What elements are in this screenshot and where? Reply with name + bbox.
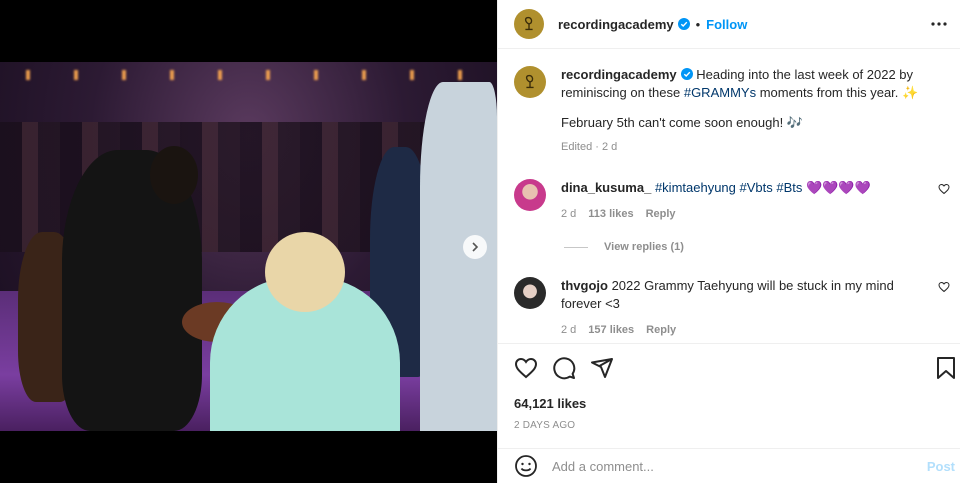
view-replies-divider bbox=[564, 246, 588, 248]
caption-hashtag[interactable]: #GRAMMYs bbox=[684, 85, 756, 100]
post-photo[interactable] bbox=[0, 62, 497, 431]
comment-meta: 2 d 157 likes Reply bbox=[561, 321, 916, 339]
comment-meta: 2 d 113 likes Reply bbox=[561, 205, 916, 223]
post-actions-bar bbox=[498, 343, 960, 391]
gramophone-logo-icon bbox=[525, 74, 534, 89]
comment-likes[interactable]: 157 likes bbox=[588, 321, 634, 339]
caption-text-end: moments from this year. ✨ bbox=[756, 85, 919, 100]
post-media-panel bbox=[0, 0, 497, 483]
comment-avatar[interactable] bbox=[514, 277, 546, 309]
post-comment-button[interactable]: Post bbox=[927, 459, 955, 474]
account-avatar[interactable] bbox=[514, 9, 544, 39]
view-replies-button[interactable]: View replies (1) bbox=[564, 241, 684, 253]
comment-line: thvgojo 2022 Grammy Taehyung will be stu… bbox=[561, 277, 916, 313]
caption-avatar[interactable] bbox=[514, 66, 546, 98]
gramophone-logo-icon bbox=[524, 16, 533, 31]
comment-username[interactable]: dina_kusuma_ bbox=[561, 180, 651, 195]
comment-time: 2 d bbox=[561, 208, 577, 220]
next-image-button[interactable] bbox=[463, 235, 487, 259]
caption-body: recordingacademy Heading into the last w… bbox=[561, 66, 931, 156]
header-username[interactable]: recordingacademy bbox=[558, 17, 674, 32]
add-comment-bar: Post bbox=[498, 448, 960, 483]
caption-edited: Edited · 2 d bbox=[561, 141, 618, 153]
comment-body: thvgojo 2022 Grammy Taehyung will be stu… bbox=[561, 277, 916, 339]
posted-time: 2 DAYS AGO bbox=[514, 420, 576, 431]
photo-figure bbox=[265, 232, 345, 312]
bookmark-icon[interactable] bbox=[934, 356, 958, 380]
comment-text: 2022 Grammy Taehyung will be stuck in my… bbox=[561, 278, 894, 311]
comment-item: thvgojo 2022 Grammy Taehyung will be stu… bbox=[514, 277, 954, 339]
comment-avatar[interactable] bbox=[514, 179, 546, 211]
verified-badge-icon bbox=[680, 68, 693, 80]
likes-count[interactable]: 64,121 likes bbox=[514, 396, 586, 411]
emoji-icon[interactable] bbox=[514, 454, 538, 478]
comment-icon[interactable] bbox=[552, 356, 576, 380]
share-icon[interactable] bbox=[590, 356, 614, 380]
chevron-right-icon bbox=[472, 242, 479, 252]
caption-username[interactable]: recordingacademy bbox=[561, 67, 677, 82]
comment-hashtags[interactable]: #kimtaehyung #Vbts #Bts bbox=[655, 180, 802, 195]
comment-reply-button[interactable]: Reply bbox=[646, 321, 676, 339]
post-header: recordingacademy • Follow bbox=[498, 0, 960, 49]
comment-time: 2 d bbox=[561, 324, 577, 336]
verified-badge-icon bbox=[677, 18, 690, 30]
comment-username[interactable]: thvgojo bbox=[561, 278, 608, 293]
photo-stage-lights bbox=[0, 70, 497, 80]
view-replies-label: View replies (1) bbox=[604, 241, 684, 253]
caption-line-2: February 5th can't come soon enough! 🎶 bbox=[561, 115, 803, 130]
photo-figure bbox=[420, 82, 497, 431]
post-details-panel: recordingacademy • Follow recordingacade… bbox=[497, 0, 960, 483]
comment-emoji: 💜💜💜💜 bbox=[806, 180, 871, 195]
photo-figure bbox=[150, 146, 198, 204]
heart-icon[interactable] bbox=[938, 183, 950, 195]
post-caption: recordingacademy Heading into the last w… bbox=[514, 66, 944, 156]
comment-body: dina_kusuma_ #kimtaehyung #Vbts #Bts 💜💜💜… bbox=[561, 179, 916, 223]
more-options-button[interactable] bbox=[929, 14, 949, 34]
heart-icon[interactable] bbox=[938, 281, 950, 293]
comment-input[interactable] bbox=[552, 458, 912, 474]
more-options-icon bbox=[931, 22, 947, 26]
follow-button[interactable]: Follow bbox=[706, 17, 747, 32]
comment-reply-button[interactable]: Reply bbox=[646, 205, 676, 223]
header-separator: • bbox=[695, 16, 701, 32]
caption-line-1: recordingacademy Heading into the last w… bbox=[561, 66, 931, 102]
comment-item: dina_kusuma_ #kimtaehyung #Vbts #Bts 💜💜💜… bbox=[514, 179, 954, 223]
comment-likes[interactable]: 113 likes bbox=[588, 205, 633, 223]
heart-icon[interactable] bbox=[514, 356, 538, 380]
comment-line: dina_kusuma_ #kimtaehyung #Vbts #Bts 💜💜💜… bbox=[561, 179, 916, 197]
